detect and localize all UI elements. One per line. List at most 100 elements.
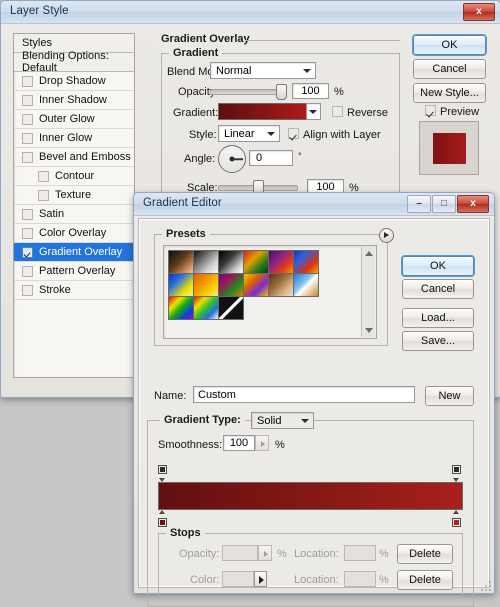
effect-checkbox[interactable]	[38, 189, 49, 201]
close-icon[interactable]: x	[463, 3, 495, 21]
effect-checkbox[interactable]	[22, 113, 33, 125]
effect-checkbox[interactable]	[22, 75, 33, 87]
preset-swatch[interactable]	[218, 250, 244, 274]
effect-checkbox[interactable]	[38, 170, 49, 182]
sidebar-item-bevel-and-emboss[interactable]: Bevel and Emboss	[14, 148, 134, 167]
ok-button[interactable]: OK	[413, 35, 486, 55]
effect-checkbox[interactable]	[22, 227, 33, 239]
new-style-button[interactable]: New Style...	[413, 83, 486, 103]
sidebar-item-inner-shadow[interactable]: Inner Shadow	[14, 91, 134, 110]
sidebar-item-inner-glow[interactable]: Inner Glow	[14, 129, 134, 148]
gradient-editor-titlebar[interactable]: Gradient Editor – □ x	[134, 193, 494, 216]
gradient-editor-dialog[interactable]: Gradient Editor – □ x Presets OK Cancel …	[133, 192, 495, 607]
preset-swatch[interactable]	[293, 273, 319, 297]
stop-opacity-stepper[interactable]	[258, 545, 272, 561]
color-stop-right[interactable]	[452, 510, 461, 527]
layer-style-titlebar[interactable]: Layer Style x	[1, 1, 500, 24]
preset-swatch[interactable]	[243, 273, 269, 297]
ge-load-button[interactable]: Load...	[402, 308, 474, 328]
preset-swatch[interactable]	[218, 273, 244, 297]
opacity-slider[interactable]	[210, 83, 288, 100]
preset-swatch[interactable]	[168, 273, 194, 297]
gradient-name-input[interactable]: Custom	[193, 386, 415, 403]
layer-style-window-buttons[interactable]: x	[463, 3, 495, 21]
preset-swatch[interactable]	[193, 273, 219, 297]
stop-color-location-input[interactable]	[344, 571, 376, 587]
gradient-picker-button[interactable]	[306, 103, 321, 120]
preset-swatch-grid[interactable]	[168, 250, 340, 320]
preset-swatch[interactable]	[193, 296, 219, 320]
sidebar-item-label: Gradient Overlay	[39, 246, 123, 258]
presets-menu-icon[interactable]	[379, 228, 394, 243]
sidebar-item-gradient-overlay[interactable]: Gradient Overlay	[14, 243, 134, 262]
sidebar-item-stroke[interactable]: Stroke	[14, 281, 134, 300]
minimize-icon[interactable]: –	[407, 195, 431, 213]
opacity-stop-left[interactable]	[158, 465, 167, 482]
gradient-type-select[interactable]: Solid	[251, 412, 314, 429]
sidebar-item-satin[interactable]: Satin	[14, 205, 134, 224]
effect-checkbox[interactable]	[22, 151, 33, 163]
sidebar-item-color-overlay[interactable]: Color Overlay	[14, 224, 134, 243]
preset-swatch[interactable]	[168, 296, 194, 320]
delete-color-stop-button[interactable]: Delete	[397, 570, 453, 590]
stop-color-swatch[interactable]	[222, 571, 254, 587]
gradient-swatch[interactable]	[218, 103, 308, 120]
align-with-layer-checkbox[interactable]	[288, 128, 299, 139]
maximize-icon[interactable]: □	[432, 195, 456, 213]
chevron-down-icon	[309, 109, 317, 114]
ge-ok-button[interactable]: OK	[402, 256, 474, 276]
opacity-stop-left-chip	[160, 467, 165, 472]
angle-dial[interactable]	[218, 145, 246, 173]
ge-new-button[interactable]: New	[425, 386, 474, 406]
sidebar-item-contour[interactable]: Contour	[14, 167, 134, 186]
preset-swatch[interactable]	[268, 273, 294, 297]
presets-panel[interactable]	[163, 245, 377, 339]
smoothness-input[interactable]: 100	[223, 435, 255, 451]
stop-opacity-input[interactable]	[222, 545, 258, 561]
smoothness-stepper[interactable]	[255, 435, 269, 451]
opacity-slider-thumb[interactable]	[276, 84, 287, 100]
presets-scrollbar[interactable]	[361, 247, 375, 337]
preset-swatch[interactable]	[168, 250, 194, 274]
preset-swatch[interactable]	[268, 250, 294, 274]
stop-color-picker-arrow[interactable]	[254, 571, 267, 587]
color-stop-left[interactable]	[158, 510, 167, 527]
preset-swatch[interactable]	[293, 250, 319, 274]
reverse-checkbox[interactable]	[332, 106, 343, 117]
opacity-stop-right[interactable]	[452, 465, 461, 482]
ge-save-button[interactable]: Save...	[402, 331, 474, 351]
sidebar-item-texture[interactable]: Texture	[14, 186, 134, 205]
effect-checkbox[interactable]	[22, 208, 33, 220]
preset-swatch[interactable]	[218, 296, 244, 320]
ge-cancel-button[interactable]: Cancel	[402, 279, 474, 299]
stop-opacity-location-input[interactable]	[344, 545, 376, 561]
ge-new-label: New	[438, 390, 461, 402]
resize-grip[interactable]	[481, 581, 491, 591]
scroll-up-icon[interactable]	[364, 251, 373, 256]
cancel-button[interactable]: Cancel	[413, 59, 486, 79]
opacity-input[interactable]: 100	[292, 83, 329, 99]
gradient-editor-window-buttons[interactable]: – □ x	[407, 195, 489, 213]
blend-mode-select[interactable]: Normal	[210, 62, 316, 79]
effects-list[interactable]: Drop Shadow Inner Shadow Outer Glow Inner G…	[14, 72, 134, 300]
style-select[interactable]: Linear	[218, 125, 280, 142]
close-icon[interactable]: x	[457, 195, 489, 213]
sidebar-item-outer-glow[interactable]: Outer Glow	[14, 110, 134, 129]
styles-list[interactable]: Styles Blending Options: Default Drop Sh…	[13, 33, 135, 378]
preset-swatch[interactable]	[193, 250, 219, 274]
preview-checkbox[interactable]	[425, 105, 436, 116]
effect-checkbox[interactable]	[22, 284, 33, 296]
effect-checkbox[interactable]	[22, 265, 33, 277]
effect-checkbox[interactable]	[22, 132, 33, 144]
scroll-down-icon[interactable]	[364, 328, 373, 333]
sidebar-item-drop-shadow[interactable]: Drop Shadow	[14, 72, 134, 91]
gradient-preview-bar[interactable]	[158, 482, 463, 510]
sidebar-item-blending-options[interactable]: Blending Options: Default	[14, 50, 134, 74]
effect-checkbox[interactable]	[22, 94, 33, 106]
effect-checkbox[interactable]	[22, 246, 33, 258]
angle-input[interactable]: 0	[249, 150, 293, 166]
gradient-stop-editor[interactable]	[158, 465, 463, 527]
sidebar-item-pattern-overlay[interactable]: Pattern Overlay	[14, 262, 134, 281]
delete-opacity-stop-button[interactable]: Delete	[397, 544, 453, 564]
preset-swatch[interactable]	[243, 250, 269, 274]
